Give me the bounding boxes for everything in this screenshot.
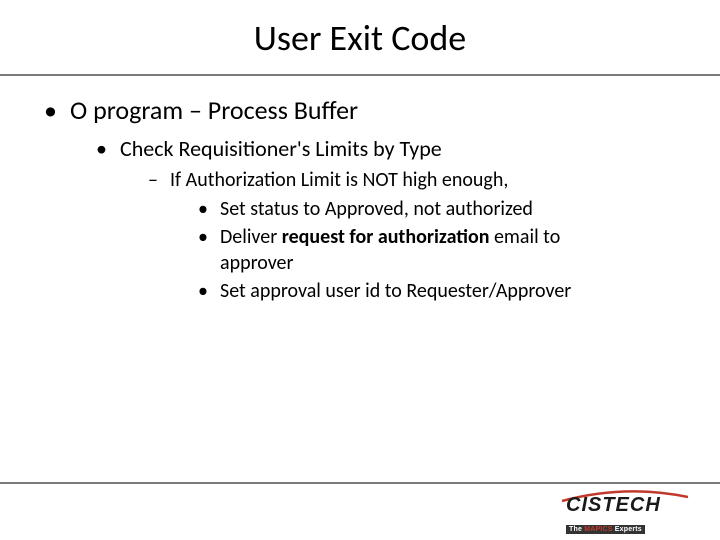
footer-divider — [0, 482, 720, 484]
tagline-prefix: The — [569, 526, 584, 533]
tagline-suffix: Experts — [613, 526, 642, 533]
company-logo: CISTECH The MAPICS Experts — [566, 494, 696, 528]
bullet-level-2: Check Requisitioner's Limits by Type — [30, 134, 690, 164]
logo-text: CISTECH — [566, 494, 696, 517]
slide-content: O program – Process Buffer Check Requisi… — [0, 76, 720, 304]
bullet-level-3: If Authorization Limit is NOT high enoug… — [30, 167, 690, 194]
bullet-level-4: Set approval user id to Requester/Approv… — [30, 278, 690, 304]
tagline-brand: MAPICS — [584, 526, 612, 533]
slide-title: User Exit Code — [0, 0, 720, 74]
bullet-level-1: O program – Process Buffer — [30, 94, 690, 128]
bullet-level-4: Deliver request for authorization email … — [30, 224, 690, 276]
bullet-text: Deliver — [220, 225, 282, 249]
logo-tagline: The MAPICS Experts — [566, 525, 645, 534]
bullet-bold: request for authorization — [282, 225, 490, 249]
bullet-level-4: Set status to Approved, not authorized — [30, 196, 690, 222]
